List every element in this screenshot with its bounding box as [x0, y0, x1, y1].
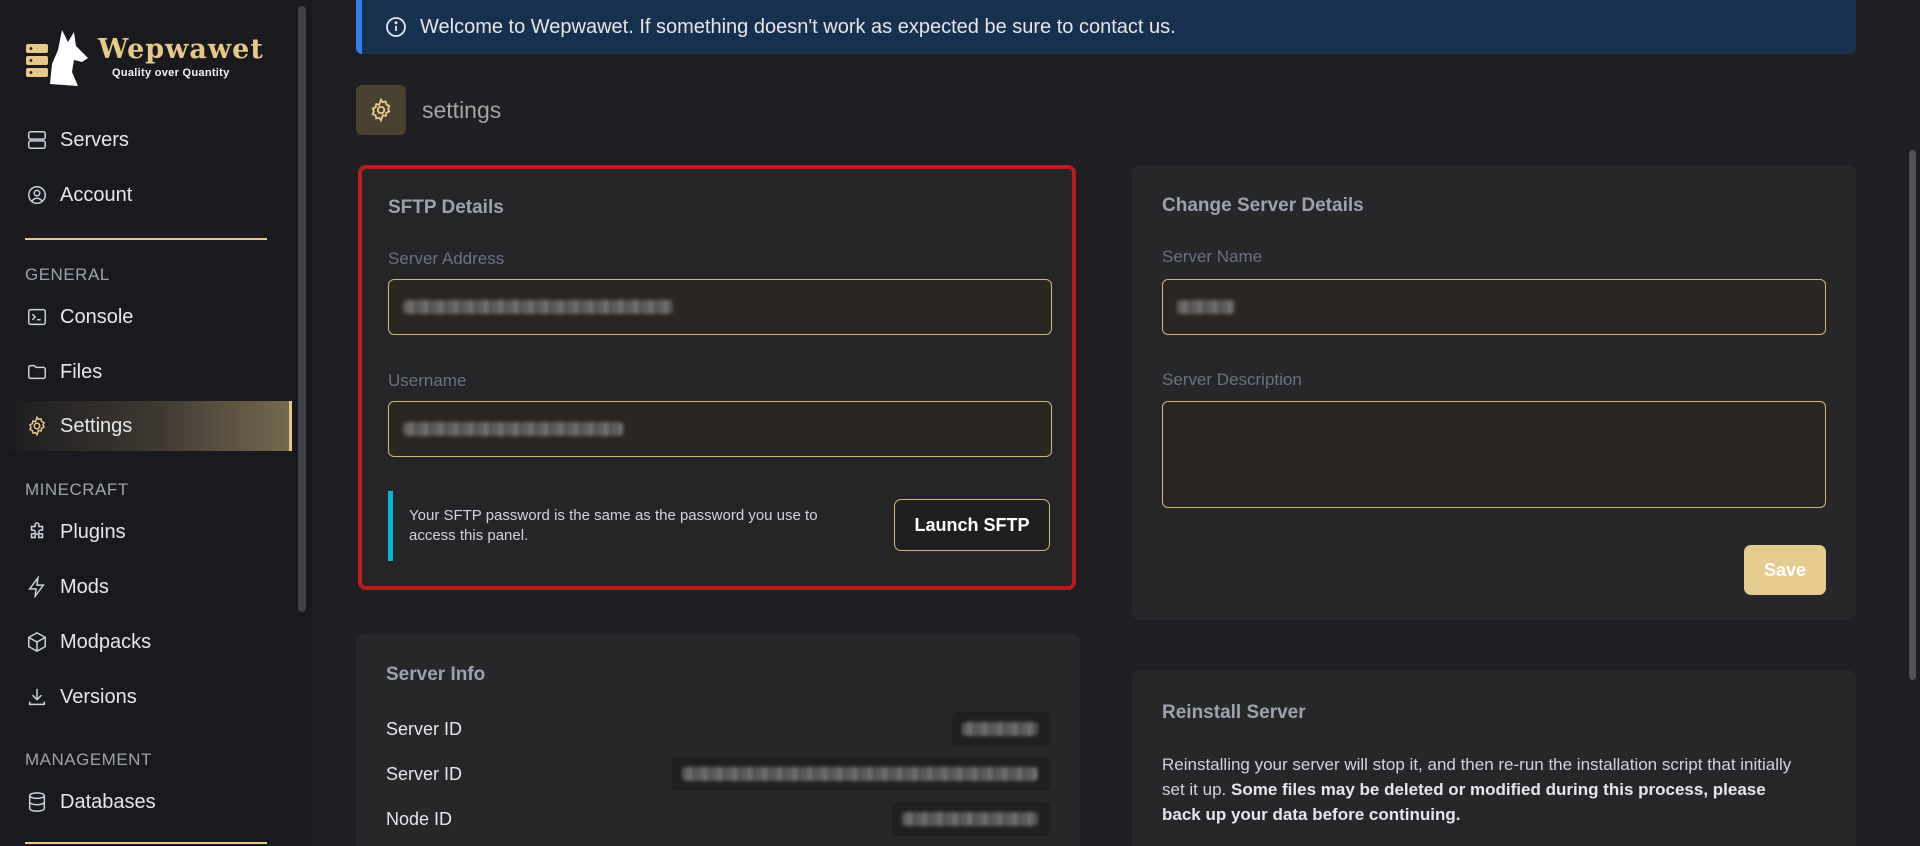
sidebar-item-mods[interactable]: Mods — [0, 562, 292, 612]
card-title: Server Info — [386, 664, 486, 685]
server-address-field[interactable] — [388, 279, 1052, 335]
redacted-value — [1177, 300, 1235, 314]
server-description-textarea[interactable] — [1162, 401, 1826, 508]
sidebar-item-servers[interactable]: Servers — [0, 115, 292, 165]
info-row-server-id: Server ID — [386, 712, 1050, 746]
database-icon — [28, 792, 46, 812]
main-content: Welcome to Wepwawet. If something doesn'… — [312, 0, 1920, 846]
reinstall-description: Reinstalling your server will stop it, a… — [1162, 752, 1802, 827]
info-row-node-id: Node ID — [386, 802, 1050, 836]
app-root: Wepwawet Quality over Quantity Servers A… — [0, 0, 1920, 846]
redacted-value — [403, 422, 623, 436]
info-label: Server ID — [386, 718, 463, 739]
jackal-logo-icon — [22, 24, 92, 90]
info-value[interactable] — [952, 712, 1050, 746]
info-row-server-uuid: Server ID — [386, 757, 1050, 791]
reinstall-server-card: Reinstall Server Reinstalling your serve… — [1132, 670, 1856, 846]
sftp-details-card: SFTP Details Server Address Username You… — [358, 165, 1076, 590]
puzzle-icon — [30, 522, 44, 539]
card-title: Reinstall Server — [1162, 702, 1306, 723]
redacted-value — [403, 300, 673, 314]
change-server-details-card: Change Server Details Server Name Server… — [1132, 165, 1856, 620]
info-label: Node ID — [386, 808, 453, 829]
brand-logo[interactable]: Wepwawet Quality over Quantity — [22, 24, 264, 90]
redacted-value — [962, 722, 1038, 736]
sidebar-item-settings[interactable]: Settings — [0, 401, 292, 451]
info-icon — [386, 17, 406, 37]
gear-icon — [371, 97, 391, 123]
sidebar-scrollbar[interactable] — [298, 6, 306, 612]
sidebar-item-modpacks[interactable]: Modpacks — [0, 617, 292, 667]
sidebar-item-label: Account — [60, 183, 133, 206]
redacted-value — [682, 767, 1038, 781]
brand-tagline: Quality over Quantity — [112, 67, 230, 79]
sidebar-item-label: Servers — [60, 128, 129, 151]
user-circle-icon — [28, 186, 46, 204]
sidebar: Wepwawet Quality over Quantity Servers A… — [0, 0, 312, 846]
download-icon — [28, 688, 46, 706]
section-label-general: GENERAL — [25, 265, 110, 284]
welcome-banner: Welcome to Wepwawet. If something doesn'… — [356, 0, 1856, 54]
sidebar-item-label: Console — [60, 305, 134, 328]
server-name-input[interactable] — [1162, 279, 1826, 335]
page-header: settings — [356, 85, 501, 135]
server-address-label: Server Address — [388, 249, 505, 268]
sidebar-item-label: Settings — [60, 414, 133, 437]
info-value[interactable] — [892, 802, 1050, 836]
card-title: Change Server Details — [1162, 195, 1364, 216]
sidebar-item-files[interactable]: Files — [0, 347, 292, 397]
sidebar-item-label: Files — [60, 360, 103, 383]
page-title: settings — [422, 96, 502, 123]
info-label: Server ID — [386, 763, 463, 784]
sidebar-divider — [25, 842, 267, 844]
gear-icon — [29, 415, 45, 437]
server-name-label: Server Name — [1162, 247, 1263, 266]
save-button[interactable]: Save — [1744, 545, 1826, 595]
sidebar-item-plugins[interactable]: Plugins — [0, 507, 292, 557]
folder-icon — [28, 364, 46, 380]
redacted-value — [902, 812, 1038, 826]
sidebar-item-label: Databases — [60, 790, 156, 813]
username-field[interactable] — [388, 401, 1052, 457]
section-label-minecraft: MINECRAFT — [25, 480, 129, 499]
sidebar-item-databases[interactable]: Databases — [0, 777, 292, 827]
info-value[interactable] — [672, 757, 1050, 791]
server-info-card: Server Info Server ID Server ID Node ID — [356, 634, 1080, 846]
reinstall-warning: Some files may be deleted or modified du… — [1162, 780, 1766, 824]
main-scrollbar[interactable] — [1909, 150, 1916, 680]
sftp-password-note: Your SFTP password is the same as the pa… — [388, 491, 848, 561]
bolt-icon — [28, 576, 45, 598]
brand-name: Wepwawet — [98, 34, 264, 65]
sidebar-item-console[interactable]: Console — [0, 292, 292, 342]
section-label-management: MANAGEMENT — [25, 750, 152, 769]
card-title: SFTP Details — [388, 197, 504, 218]
sidebar-item-label: Modpacks — [60, 630, 152, 653]
banner-text: Welcome to Wepwawet. If something doesn'… — [420, 15, 1176, 38]
cube-icon — [28, 631, 46, 653]
server-icon — [28, 131, 46, 149]
sidebar-item-label: Plugins — [60, 520, 126, 543]
launch-sftp-button[interactable]: Launch SFTP — [894, 499, 1050, 551]
server-description-label: Server Description — [1162, 370, 1302, 389]
sidebar-divider — [25, 238, 267, 240]
username-label: Username — [388, 371, 467, 390]
sidebar-item-label: Versions — [60, 685, 137, 708]
sidebar-item-versions[interactable]: Versions — [0, 672, 292, 722]
sidebar-item-label: Mods — [60, 575, 109, 598]
sidebar-item-account[interactable]: Account — [0, 170, 292, 220]
settings-header-icon — [356, 85, 406, 135]
terminal-icon — [28, 308, 46, 326]
